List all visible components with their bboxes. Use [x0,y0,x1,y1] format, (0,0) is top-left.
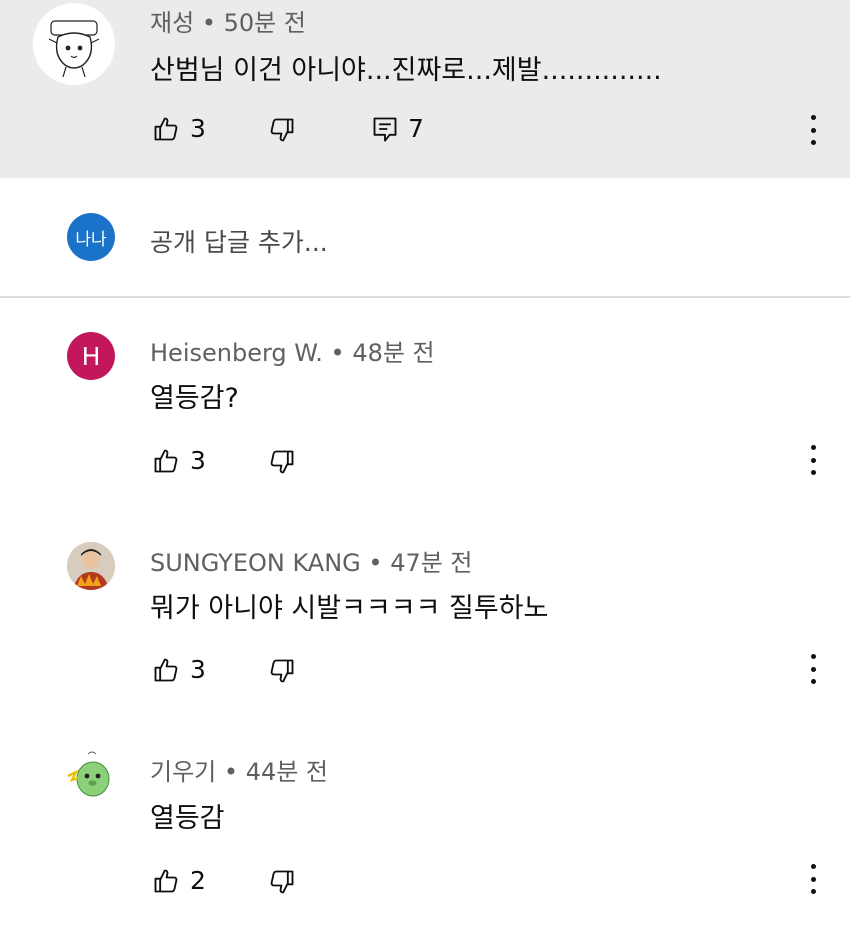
more-options-button[interactable] [803,864,823,894]
comment-text: 열등감 [150,803,225,834]
comment-meta: SUNGYEON KANG • 47분 전 [150,543,473,578]
like-button[interactable]: 3 [152,114,206,143]
thumbs-up-icon [154,449,178,472]
like-button[interactable]: 3 [152,655,206,684]
like-count: 3 [190,655,206,684]
more-options-button[interactable] [803,445,823,475]
highlighted-comment: 재성 • 50분 전 산범님 이건 아니야...진짜로...제발........… [0,0,850,178]
timestamp[interactable]: 48분 전 [352,339,434,367]
thumbs-up-icon [154,869,178,892]
user-avatar: 나나 [67,213,115,261]
comment-text: 산범님 이건 아니야...진짜로...제발.............. [150,55,662,86]
more-vert-icon [810,115,816,120]
author-name[interactable]: Heisenberg W. [150,339,323,367]
more-options-button[interactable] [803,654,823,684]
comment-meta: 기우기 • 44분 전 [150,752,328,787]
green-character-avatar-icon [67,751,110,797]
like-button[interactable]: 3 [152,446,206,475]
thumbs-down-icon [270,659,294,683]
reply-composer[interactable] [0,178,850,298]
avatar[interactable] [67,542,115,590]
separator: • [330,339,345,367]
more-options-button[interactable] [803,115,823,145]
separator: • [201,9,216,37]
comment-icon [373,117,397,142]
like-count: 3 [190,114,206,143]
dislike-button[interactable] [268,448,296,476]
doodle-avatar-icon [48,20,100,78]
thumbs-down-icon [270,450,294,474]
thumbs-up-icon [154,117,178,140]
user-avatar-text: 나나 [75,229,107,250]
comment-meta: 재성 • 50분 전 [150,3,306,38]
timestamp[interactable]: 44분 전 [246,758,328,786]
like-button[interactable]: 2 [152,866,206,895]
avatar[interactable] [33,3,115,85]
reply-count: 7 [408,114,424,143]
replies-button[interactable]: 7 [372,114,424,143]
dislike-button[interactable] [268,116,296,144]
more-vert-icon [810,864,816,869]
avatar[interactable]: H [67,332,115,380]
avatar[interactable] [62,746,120,804]
timestamp[interactable]: 50분 전 [224,9,306,37]
timestamp[interactable]: 47분 전 [390,549,472,577]
dislike-button[interactable] [268,868,296,896]
more-vert-icon [810,654,816,659]
more-vert-icon [810,445,816,450]
photo-avatar-icon [67,542,115,590]
thumbs-down-icon [270,870,294,894]
author-name[interactable]: 기우기 [150,758,216,786]
separator: • [223,758,239,786]
comment-text: 열등감? [150,383,239,414]
avatar-letter: H [81,341,101,371]
author-name[interactable]: 재성 [150,9,194,37]
author-name[interactable]: SUNGYEON KANG [150,549,361,577]
comment-meta: Heisenberg W. • 48분 전 [150,333,435,368]
thumbs-down-icon [270,118,294,142]
like-count: 3 [190,446,206,475]
reply-input[interactable]: 공개 답글 추가... [150,223,328,259]
comment-text: 뭐가 아니야 시발ㅋㅋㅋㅋ 질투하노 [150,593,549,624]
like-count: 2 [190,866,206,895]
separator: • [368,549,383,577]
thumbs-up-icon [154,658,178,681]
dislike-button[interactable] [268,657,296,685]
